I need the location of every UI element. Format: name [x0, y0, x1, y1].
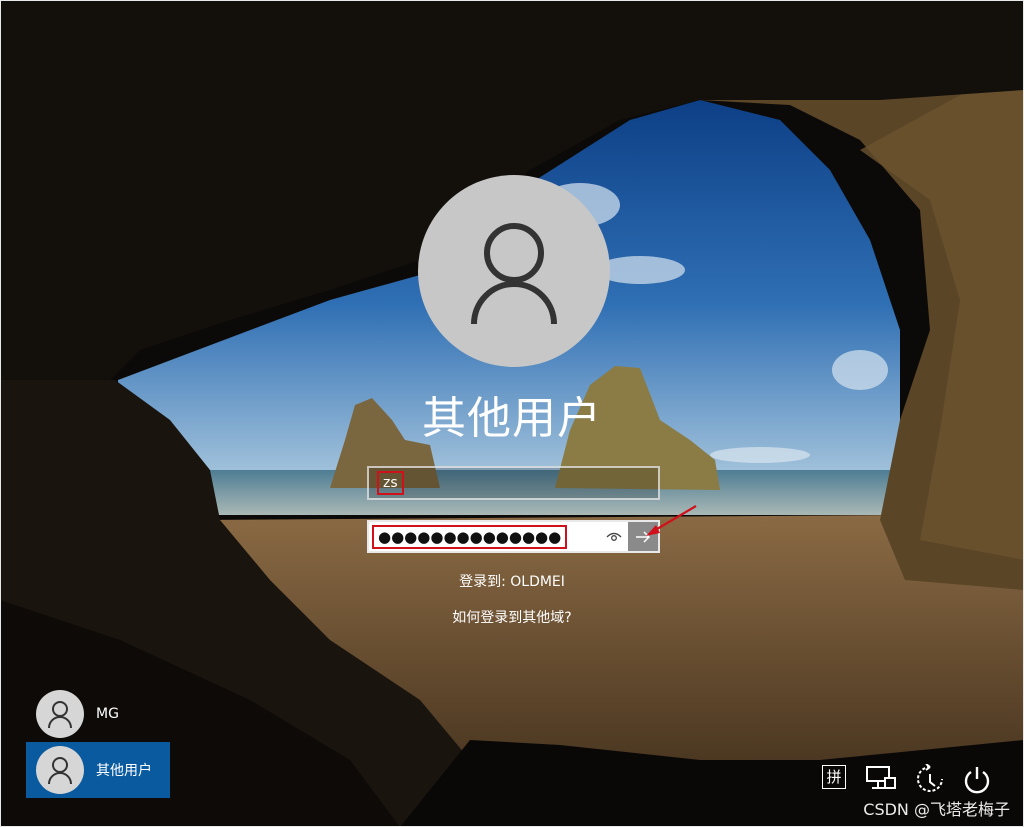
password-mask: ●●●●●●●●●●●●●●	[372, 525, 568, 549]
power-button[interactable]	[961, 764, 993, 796]
username-input[interactable]: zs	[367, 466, 660, 500]
ease-of-access-icon	[917, 764, 943, 792]
ime-icon: 拼	[822, 765, 846, 789]
password-box: ●●●●●●●●●●●●●●	[367, 520, 660, 553]
reveal-password-icon[interactable]	[606, 529, 622, 543]
user-icon	[48, 701, 72, 729]
ime-label: 拼	[826, 768, 842, 786]
user-tile-mg[interactable]: MG	[26, 686, 170, 742]
network-button[interactable]	[864, 764, 898, 792]
avatar	[36, 746, 84, 794]
user-tile-label: MG	[96, 706, 119, 722]
other-domain-link[interactable]: 如何登录到其他域?	[0, 607, 1024, 627]
user-tile-label: 其他用户	[96, 763, 152, 779]
user-avatar-large	[418, 175, 610, 367]
current-username: 其他用户	[422, 393, 602, 444]
sign-in-domain: 登录到: OLDMEI	[459, 574, 565, 590]
ease-of-access-button[interactable]	[913, 764, 947, 794]
user-icon	[48, 757, 72, 785]
user-icon	[471, 223, 557, 325]
network-icon	[866, 766, 896, 789]
ime-button[interactable]: 拼	[822, 764, 846, 790]
annotation-arrow	[646, 505, 697, 536]
password-input[interactable]: ●●●●●●●●●●●●●●	[369, 522, 628, 551]
power-icon	[964, 767, 990, 794]
username-value: zs	[377, 471, 404, 495]
watermark: CSDN @飞塔老梅子	[863, 800, 1010, 819]
avatar	[36, 690, 84, 738]
user-tile-other[interactable]: 其他用户	[26, 742, 170, 798]
